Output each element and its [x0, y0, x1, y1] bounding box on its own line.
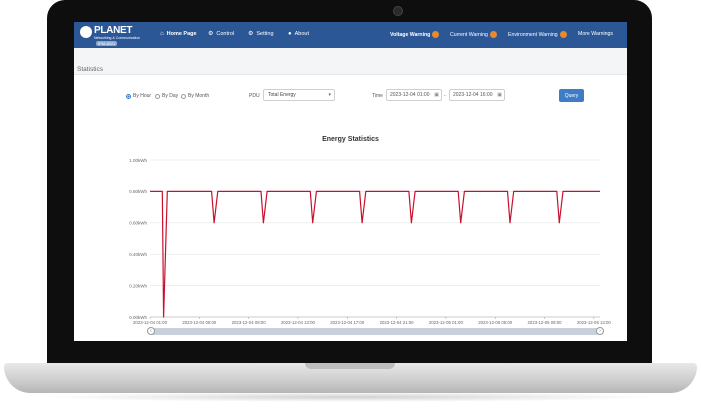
more-warnings-label: More Warnings — [578, 31, 613, 37]
chevron-down-icon: ▾ — [328, 92, 331, 98]
pdu-select-value: Total Energy — [268, 92, 296, 98]
radio-unselected-icon — [181, 93, 186, 99]
energy-chart: 0.00kWh0.20kWh0.40kWh0.60kWh0.80kWh1.00k… — [129, 158, 612, 325]
nav-item-home-page[interactable]: ⌂ Home Page — [160, 31, 197, 37]
slider-right-handle[interactable]: › — [596, 327, 604, 335]
section-title: Statistics — [77, 66, 104, 73]
radio-unselected-icon — [155, 93, 160, 99]
current-warning-link[interactable]: Current Warning — [450, 31, 497, 38]
planet-globe-icon — [80, 26, 92, 38]
x-tick-label: 2023-12-04 09:00 — [232, 320, 267, 325]
y-tick-label: 0.40kWh — [129, 252, 147, 257]
webcam — [393, 6, 403, 16]
nav-item-label: Setting — [256, 31, 274, 37]
top-navigation-bar: PLANET Networking & Communication IPM-82… — [74, 22, 627, 48]
more-warnings-link[interactable]: More Warnings — [578, 31, 613, 37]
x-tick-label: 2023-12-05 05:00 — [478, 320, 513, 325]
nav-item-setting[interactable]: ⚙ Setting — [248, 31, 274, 37]
y-tick-label: 0.80kWh — [129, 189, 147, 194]
y-tick-label: 1.00kWh — [129, 158, 147, 163]
nav-item-about[interactable]: ● About — [288, 31, 309, 37]
time-label: Time — [372, 93, 383, 99]
nav-item-label: Control — [216, 31, 235, 37]
warning-badge-icon — [489, 31, 497, 38]
slider-left-handle[interactable]: ‹ — [147, 327, 155, 335]
nav-item-label: About — [294, 31, 309, 37]
browser-screen: PLANET Networking & Communication IPM-82… — [74, 22, 627, 341]
query-button[interactable]: Query — [559, 89, 584, 102]
nav-item-label: Home Page — [166, 31, 197, 37]
nav-item-control[interactable]: ⚙ Control — [208, 31, 234, 37]
start-time-value: 2023-12-04 01:00 — [390, 92, 430, 98]
radio-label: By Month — [188, 93, 210, 99]
warning-label: Environment Warning — [508, 31, 558, 38]
x-tick-label: 2023-12-04 13:00 — [281, 320, 316, 325]
info-icon: ● — [288, 31, 292, 37]
logo-brand: PLANET — [94, 25, 133, 36]
x-tick-label: 2023-12-05 01:00 — [429, 320, 464, 325]
x-tick-label: 2023-12-04 21:00 — [380, 320, 415, 325]
home-icon: ⌂ — [160, 31, 164, 37]
pdu-label: PDU — [249, 93, 260, 99]
radio-by-month[interactable]: By Month — [181, 93, 209, 99]
section-header — [74, 48, 627, 75]
radio-selected-icon — [126, 93, 131, 99]
environment-warning-link[interactable]: Environment Warning — [508, 31, 567, 38]
chart-zoom-slider[interactable] — [150, 328, 600, 335]
time-separator: - — [444, 93, 446, 99]
logo-tagline: Networking & Communication — [94, 36, 141, 40]
radio-by-day[interactable]: By Day — [155, 93, 178, 99]
calendar-icon: ▣ — [434, 92, 439, 98]
pdu-select[interactable]: Total Energy ▾ — [263, 89, 335, 101]
planet-logo[interactable]: PLANET Networking & Communication IPM-82… — [80, 24, 141, 46]
end-time-value: 2023-12-04 16:00 — [453, 92, 493, 98]
warning-badge-icon — [559, 31, 567, 38]
voltage-warning-link[interactable]: Voltage Warning — [390, 31, 440, 38]
laptop-shadow — [40, 392, 660, 402]
radio-label: By Day — [162, 93, 179, 99]
warning-label: Current Warning — [450, 31, 488, 38]
y-tick-label: 0.60kWh — [129, 221, 147, 226]
x-tick-label: 2023-12-04 05:00 — [182, 320, 217, 325]
logo-model-badge: IPM-8221 — [96, 41, 118, 46]
x-tick-label: 2023-12-04 01:00 — [133, 320, 168, 325]
radio-by-hour[interactable]: By Hour — [126, 93, 151, 99]
warning-label: Voltage Warning — [390, 31, 431, 38]
control-icon: ⚙ — [208, 31, 214, 37]
warning-badge-icon — [432, 31, 440, 38]
gear-icon: ⚙ — [248, 31, 254, 37]
radio-label: By Hour — [133, 93, 152, 99]
start-time-input[interactable]: 2023-12-04 01:00 ▣ — [386, 89, 442, 101]
calendar-icon: ▣ — [497, 92, 502, 98]
x-tick-label: 2023-12-05 09:00 — [528, 320, 563, 325]
laptop-notch — [305, 363, 395, 369]
y-tick-label: 0.20kWh — [129, 283, 147, 288]
end-time-input[interactable]: 2023-12-04 16:00 ▣ — [449, 89, 505, 101]
x-tick-label: 2023-12-04 17:00 — [330, 320, 365, 325]
x-tick-label: 2023-12-05 13:00 — [577, 320, 612, 325]
